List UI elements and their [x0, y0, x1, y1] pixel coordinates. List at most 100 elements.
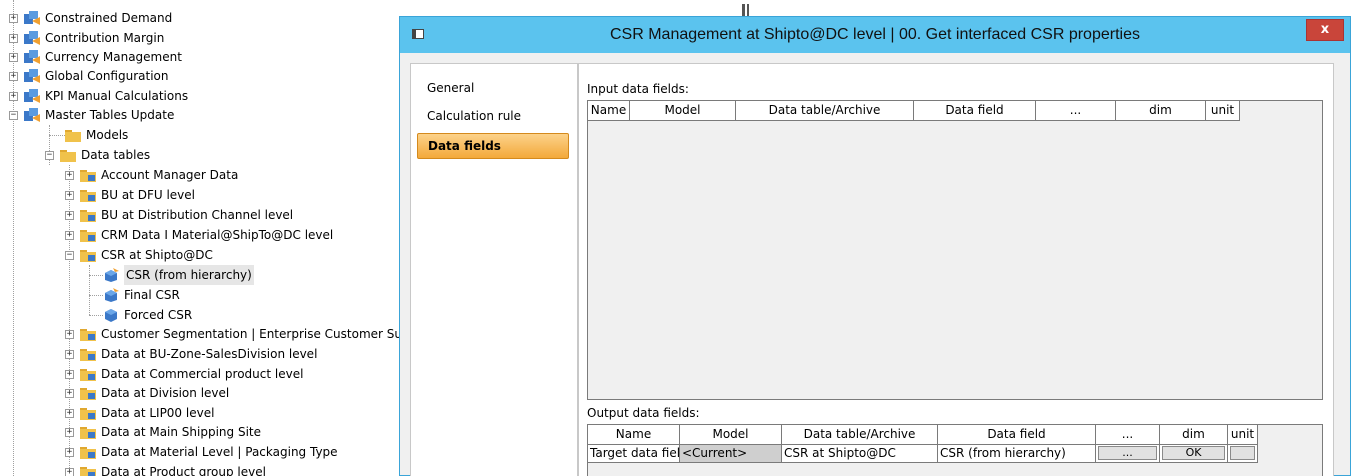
input-fields-label: Input data fields: [587, 82, 689, 96]
column-header-data-table[interactable]: Data table/Archive [782, 425, 938, 445]
tree-item-data-main-shipping-site[interactable]: + Data at Main Shipping Site [65, 422, 261, 442]
cell-data-table[interactable]: CSR at Shipto@DC [782, 445, 938, 463]
tree-item-label: Master Tables Update [45, 108, 175, 122]
calculated-field-icon [103, 268, 119, 282]
table-folder-icon [80, 248, 96, 262]
expand-icon[interactable]: + [65, 388, 74, 398]
column-header-name[interactable]: Name [588, 425, 680, 445]
expand-icon[interactable]: + [9, 91, 18, 101]
expand-icon[interactable]: + [9, 33, 18, 43]
tree-item-csr-at-shipto-dc[interactable]: − CSR at Shipto@DC [65, 245, 213, 265]
table-folder-icon [80, 228, 96, 242]
cell-data-field[interactable]: CSR (from hierarchy) [938, 445, 1096, 463]
column-header-data-field[interactable]: Data field [914, 101, 1036, 121]
process-group-icon [24, 31, 40, 45]
tree-item-label: Data at Division level [101, 386, 230, 400]
column-header-unit[interactable]: unit [1228, 425, 1258, 445]
tree-item-label: Constrained Demand [45, 11, 173, 25]
tree-item-label: Models [86, 128, 129, 142]
cell-model[interactable]: <Current> [680, 445, 782, 463]
expand-icon[interactable]: + [65, 369, 74, 379]
expand-icon[interactable]: + [65, 408, 74, 418]
column-header-dim[interactable]: dim [1160, 425, 1228, 445]
tree-item-final-csr[interactable]: Final CSR [103, 285, 180, 305]
tree-item-data-bu-zone[interactable]: + Data at BU-Zone-SalesDivision level [65, 344, 317, 364]
column-header-data-table[interactable]: Data table/Archive [736, 101, 914, 121]
collapse-icon[interactable]: − [65, 250, 74, 260]
collapse-icon[interactable]: − [9, 110, 18, 120]
tree-item-data-division[interactable]: + Data at Division level [65, 383, 229, 403]
dim-ok-button[interactable]: OK [1162, 446, 1225, 460]
tree-item-contribution-margin[interactable]: + Contribution Margin [9, 28, 164, 48]
expand-icon[interactable]: + [65, 190, 74, 200]
expand-icon[interactable]: + [65, 170, 74, 180]
process-group-icon [24, 50, 40, 64]
column-header-unit[interactable]: unit [1206, 101, 1240, 121]
tree-item-label: Data at Commercial product level [101, 367, 304, 381]
expand-icon[interactable]: + [9, 13, 18, 23]
collapse-icon[interactable]: − [45, 150, 54, 160]
tree-item-data-tables[interactable]: − Data tables [45, 145, 150, 165]
csr-properties-dialog: CSR Management at Shipto@DC level | 00. … [399, 16, 1351, 476]
tree-item-data-lip00[interactable]: + Data at LIP00 level [65, 403, 214, 423]
tree-item-data-commercial-product[interactable]: + Data at Commercial product level [65, 364, 303, 384]
nav-data-fields[interactable]: Data fields [417, 133, 569, 159]
unit-button[interactable] [1230, 446, 1255, 460]
expand-icon[interactable]: + [65, 329, 74, 339]
expand-icon[interactable]: + [9, 52, 18, 62]
tree-item-bu-at-dfu-level[interactable]: + BU at DFU level [65, 185, 195, 205]
folder-icon [65, 128, 81, 142]
column-header-model[interactable]: Model [630, 101, 736, 121]
expand-icon[interactable]: + [9, 71, 18, 81]
expand-icon[interactable]: + [65, 467, 74, 476]
column-header-model[interactable]: Model [680, 425, 782, 445]
input-fields-grid[interactable]: Name Model Data table/Archive Data field… [587, 100, 1323, 400]
expand-icon[interactable]: + [65, 447, 74, 457]
tree-item-label: BU at Distribution Channel level [101, 208, 294, 222]
nav-calculation-rule[interactable]: Calculation rule [417, 104, 569, 130]
column-header-name[interactable]: Name [588, 101, 630, 121]
tree-item-global-configuration[interactable]: + Global Configuration [9, 66, 168, 86]
expand-icon[interactable]: + [65, 427, 74, 437]
output-fields-grid[interactable]: Name Model Data table/Archive Data field… [587, 424, 1323, 476]
tree-item-data-product-group[interactable]: + Data at Product group level [65, 462, 266, 476]
calculated-field-icon [103, 288, 119, 302]
tree-item-data-material-level[interactable]: + Data at Material Level | Packaging Typ… [65, 442, 338, 462]
column-header-dots[interactable]: ... [1036, 101, 1116, 121]
close-button[interactable]: x [1306, 19, 1344, 41]
dialog-titlebar[interactable]: CSR Management at Shipto@DC level | 00. … [400, 17, 1350, 53]
data-fields-panel: Input data fields: Name Model Data table… [578, 63, 1334, 476]
tree-item-csr-from-hierarchy[interactable]: CSR (from hierarchy) [103, 265, 254, 285]
cell-name[interactable]: Target data fiel [588, 445, 680, 463]
table-row[interactable]: Target data fiel <Current> CSR at Shipto… [588, 445, 1258, 463]
tree-item-kpi-manual-calculations[interactable]: + KPI Manual Calculations [9, 86, 188, 106]
tree-item-label: CSR at Shipto@DC [101, 248, 213, 262]
tree-item-master-tables-update[interactable]: − Master Tables Update [9, 105, 174, 125]
dialog-body: General Calculation rule Data fields Inp… [400, 53, 1350, 476]
tree-item-currency-management[interactable]: + Currency Management [9, 47, 182, 67]
tree-item-models[interactable]: Models [65, 125, 128, 145]
tree-item-account-manager-data[interactable]: + Account Manager Data [65, 165, 238, 185]
output-fields-label: Output data fields: [587, 406, 700, 420]
table-folder-icon [80, 188, 96, 202]
tree-item-crm-data[interactable]: + CRM Data I Material@ShipTo@DC level [65, 225, 333, 245]
tree-item-label: CRM Data I Material@ShipTo@DC level [101, 228, 334, 242]
nav-general[interactable]: General [417, 76, 569, 102]
tree-item-label: Global Configuration [45, 69, 169, 83]
table-folder-icon [80, 168, 96, 182]
tree-item-customer-segmentation[interactable]: + Customer Segmentation | Enterprise Cus… [65, 324, 400, 344]
browse-button[interactable]: ... [1098, 446, 1157, 460]
tree-item-constrained-demand[interactable]: + Constrained Demand [9, 8, 172, 28]
tree-connector [89, 315, 103, 316]
expand-icon[interactable]: + [65, 210, 74, 220]
tree-item-forced-csr[interactable]: Forced CSR [103, 305, 192, 325]
data-field-icon [103, 308, 119, 322]
expand-icon[interactable]: + [65, 230, 74, 240]
tree-item-bu-distribution-channel[interactable]: + BU at Distribution Channel level [65, 205, 293, 225]
tree-item-label: Data at BU-Zone-SalesDivision level [101, 347, 318, 361]
column-header-dots[interactable]: ... [1096, 425, 1160, 445]
column-header-data-field[interactable]: Data field [938, 425, 1096, 445]
cell-unit [1228, 445, 1258, 463]
expand-icon[interactable]: + [65, 349, 74, 359]
column-header-dim[interactable]: dim [1116, 101, 1206, 121]
